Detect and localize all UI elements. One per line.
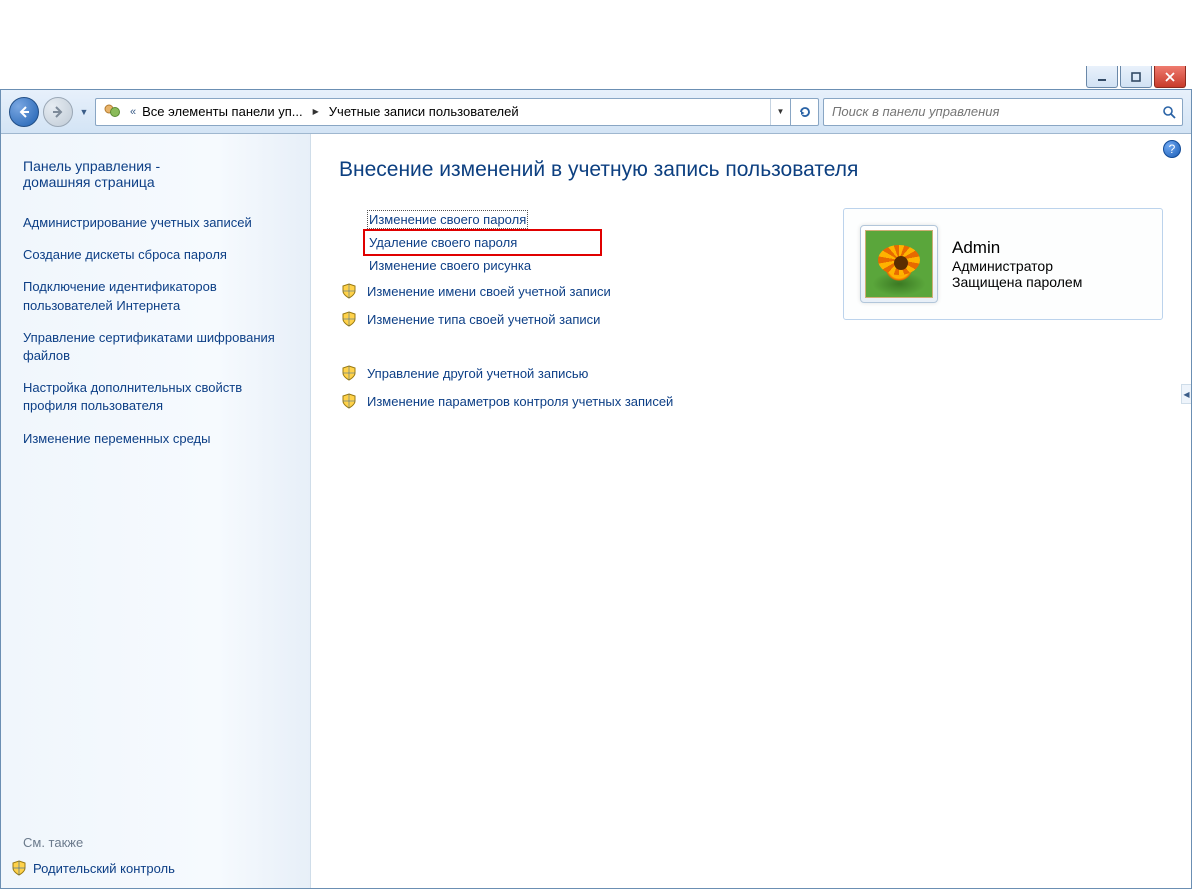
account-password-status: Защищена паролем — [952, 274, 1082, 290]
sidebar: Панель управления - домашняя страница Ад… — [1, 134, 311, 888]
task-change-password[interactable]: Изменение своего пароля — [339, 208, 803, 231]
control-panel-home-link[interactable]: Панель управления - домашняя страница — [23, 158, 288, 190]
shield-icon — [339, 363, 359, 383]
task-uac-settings[interactable]: Изменение параметров контроля учетных за… — [339, 387, 803, 415]
task-change-picture[interactable]: Изменение своего рисунка — [339, 254, 803, 277]
help-button[interactable]: ? — [1163, 140, 1181, 158]
breadcrumb-seg-2[interactable]: Учетные записи пользователей — [325, 104, 523, 119]
maximize-icon — [1131, 72, 1141, 82]
window-body: Панель управления - домашняя страница Ад… — [1, 134, 1191, 888]
account-name: Admin — [952, 238, 1082, 258]
task-list: Изменение своего пароля Удаление своего … — [339, 208, 803, 415]
close-icon — [1165, 72, 1175, 82]
sidebar-link-environment-variables[interactable]: Изменение переменных среды — [23, 430, 288, 448]
task-manage-other-account[interactable]: Управление другой учетной записью — [339, 359, 803, 387]
forward-button[interactable] — [43, 97, 73, 127]
chevron-left-icon: « — [128, 106, 138, 118]
user-accounts-icon — [100, 100, 124, 124]
search-box[interactable] — [823, 98, 1183, 126]
help-icon: ? — [1169, 142, 1176, 156]
sidebar-link-manage-accounts[interactable]: Администрирование учетных записей — [23, 214, 288, 232]
avatar-image — [865, 230, 933, 298]
shield-icon — [339, 281, 359, 301]
maximize-button[interactable] — [1120, 66, 1152, 88]
parental-controls-link[interactable]: Родительский контроль — [11, 860, 288, 876]
avatar — [860, 225, 938, 303]
account-card: Admin Администратор Защищена паролем — [843, 208, 1163, 320]
address-dropdown-button[interactable]: ▼ — [770, 99, 790, 125]
arrow-right-icon — [51, 105, 65, 119]
nav-history-dropdown[interactable]: ▼ — [77, 97, 91, 127]
shield-icon — [339, 309, 359, 329]
address-bar[interactable]: « Все элементы панели уп... ▶ Учетные за… — [95, 98, 819, 126]
search-icon — [1162, 105, 1176, 119]
task-change-account-type[interactable]: Изменение типа своей учетной записи — [339, 305, 803, 333]
window-controls — [1086, 66, 1186, 88]
see-also-label: См. также — [23, 835, 288, 850]
account-role: Администратор — [952, 258, 1082, 274]
sidebar-links: Администрирование учетных записей Создан… — [23, 214, 288, 462]
main-pane: ? Внесение изменений в учетную запись по… — [311, 134, 1191, 888]
minimize-button[interactable] — [1086, 66, 1118, 88]
task-delete-password[interactable]: Удаление своего пароля — [339, 231, 803, 254]
parental-controls-label: Родительский контроль — [33, 861, 175, 876]
toolbar: ▼ « Все элементы панели уп... ▶ Учетные … — [1, 90, 1191, 134]
expand-pane-button[interactable]: ◀ — [1181, 384, 1191, 404]
search-input[interactable] — [830, 103, 1162, 120]
sidebar-link-advanced-profile[interactable]: Настройка дополнительных свойств профиля… — [23, 379, 288, 415]
breadcrumb-seg-1[interactable]: Все элементы панели уп... — [138, 104, 307, 119]
sidebar-link-online-ids[interactable]: Подключение идентификаторов пользователе… — [23, 278, 288, 314]
back-button[interactable] — [9, 97, 39, 127]
task-change-account-name[interactable]: Изменение имени своей учетной записи — [339, 277, 803, 305]
control-panel-window: ▼ « Все элементы панели уп... ▶ Учетные … — [0, 89, 1192, 889]
arrow-left-icon — [17, 105, 31, 119]
refresh-icon — [798, 105, 812, 119]
close-button[interactable] — [1154, 66, 1186, 88]
shield-icon — [11, 860, 27, 876]
sidebar-link-password-reset-disk[interactable]: Создание дискеты сброса пароля — [23, 246, 288, 264]
shield-icon — [339, 391, 359, 411]
page-title: Внесение изменений в учетную запись поль… — [339, 158, 1163, 182]
chevron-left-icon: ◀ — [1183, 390, 1189, 399]
breadcrumb-separator-icon[interactable]: ▶ — [307, 107, 325, 116]
refresh-button[interactable] — [790, 99, 818, 125]
minimize-icon — [1097, 72, 1107, 82]
sidebar-link-encryption-certificates[interactable]: Управление сертификатами шифрования файл… — [23, 329, 288, 365]
